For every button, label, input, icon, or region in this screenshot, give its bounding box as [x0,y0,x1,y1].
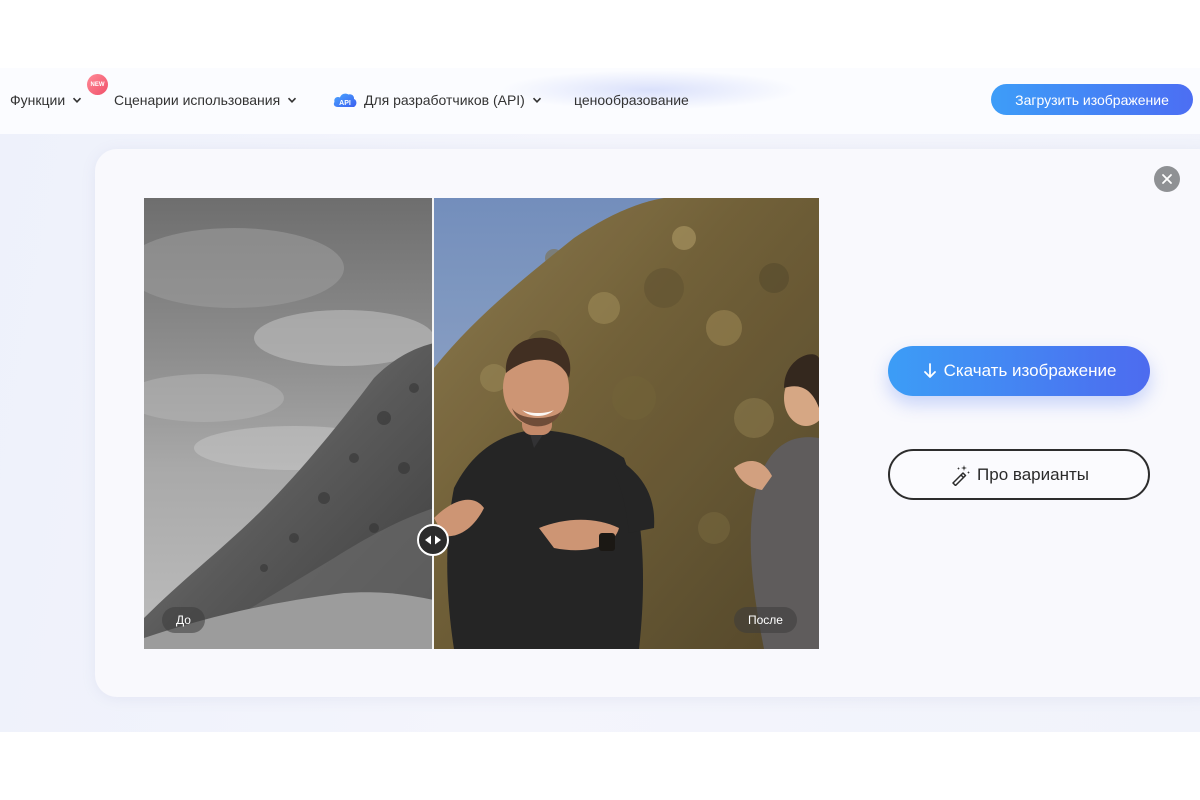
before-image [144,198,434,649]
after-label: После [734,607,797,633]
nav-use-cases-label: Сценарии использования [114,92,281,108]
api-cloud-icon: API [333,93,357,107]
magic-wand-icon [952,464,971,486]
nav-item-use-cases[interactable]: Сценарии использования [114,90,297,110]
variants-button-label: Про варианты [977,464,1089,484]
close-button[interactable] [1154,166,1180,192]
new-badge: NEW [87,74,108,95]
after-image [434,198,819,649]
app-window: Функции NEW Сценарии использования API Д… [0,68,1200,732]
download-button-label: Скачать изображение [943,361,1117,380]
pro-variants-button[interactable]: Про варианты [888,449,1150,500]
nav-features-label: Функции [10,92,66,108]
download-arrow-icon [923,363,936,378]
top-navigation: Функции NEW Сценарии использования API Д… [0,68,1200,134]
result-card: До После Скачать изображение Про вариант… [95,149,1200,697]
chevron-down-icon [288,97,297,103]
before-after-compare[interactable]: До После [144,198,819,649]
nav-developers-label: Для разработчиков (API) [364,92,525,108]
download-image-button[interactable]: Скачать изображение [888,346,1150,396]
compare-slider-handle[interactable] [417,524,449,556]
chevron-down-icon [532,97,541,103]
nav-item-features[interactable]: Функции [10,90,82,110]
compare-slider-icon [425,535,441,545]
before-label: До [162,607,205,633]
nav-item-developers[interactable]: API Для разработчиков (API) [332,90,542,110]
nav-pricing-label: ценообразование [574,92,689,108]
upload-image-button[interactable]: Загрузить изображение [991,84,1193,115]
compare-divider-line [432,198,434,649]
nav-item-pricing[interactable]: ценообразование [574,90,689,110]
chevron-down-icon [73,97,82,103]
close-icon [1162,174,1172,184]
svg-text:API: API [339,100,351,107]
